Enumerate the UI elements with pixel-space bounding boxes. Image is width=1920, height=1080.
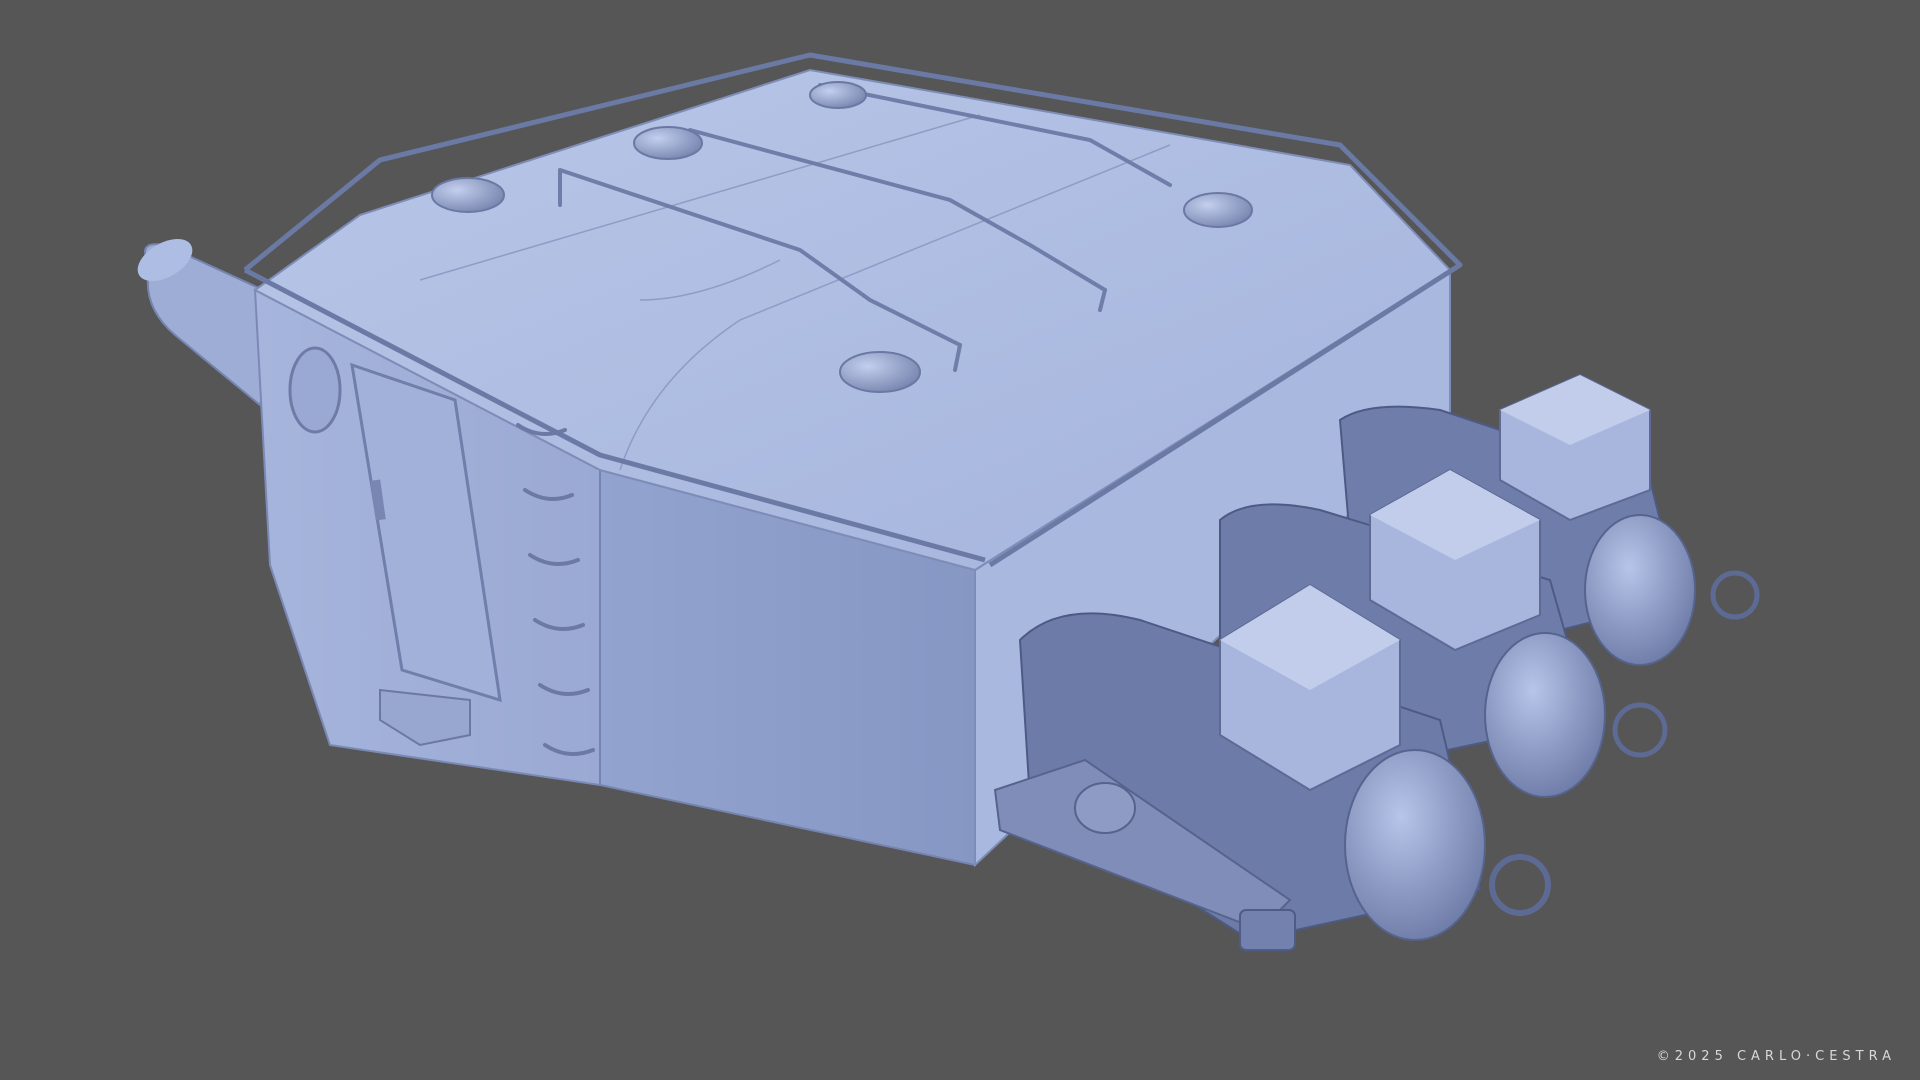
porthole [288, 346, 342, 434]
render-viewport: ©2025 CARLO·CESTRA [0, 0, 1920, 1080]
copyright-credit: ©2025 CARLO·CESTRA [1656, 1049, 1896, 1064]
armored-hull-render [137, 52, 1760, 951]
